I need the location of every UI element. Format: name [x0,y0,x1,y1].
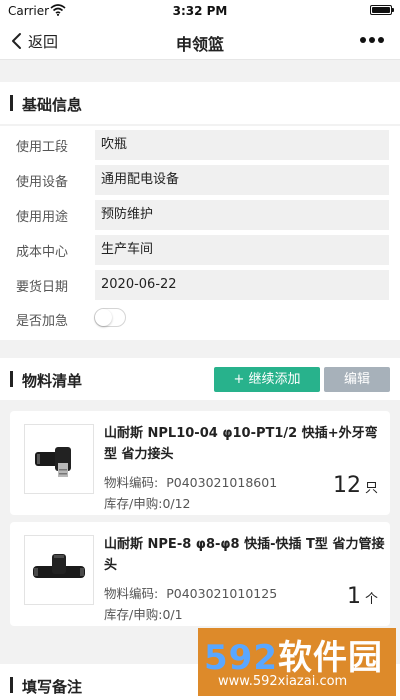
navigation-bar: 返回 申领篮 [0,22,400,60]
product-image [24,535,94,605]
watermark-logo: 592软件园 www.592xiazai.com [198,628,396,696]
code-value: P0403021010125 [166,586,278,601]
basic-info-header: 基础信息 [0,82,400,124]
urgent-toggle[interactable] [94,308,126,327]
field-label: 使用设备 [16,175,69,190]
item-code: 物料编码: P0403021018601 [104,472,277,491]
field-label: 使用工段 [16,140,69,155]
basic-info-title: 基础信息 [22,96,83,114]
form-row-purpose: 使用用途 预防维护 [0,200,400,230]
material-card[interactable]: 山耐斯 NPE-8 φ8-φ8 快插-快插 T型 省力管接头 物料编码: P040… [10,522,390,626]
delivery-date-field[interactable]: 2020-06-22 [95,270,389,300]
quantity-value: 1 [346,584,361,609]
section-accent-bar [10,371,13,387]
item-name: 山耐斯 NPE-8 φ8-φ8 快插-快插 T型 省力管接头 [104,537,385,573]
materials-title: 物料清单 [22,372,83,390]
basic-info-form: 使用工段 吹瓶 使用设备 通用配电设备 使用用途 预防维护 成本中心 生产车间 … [0,126,400,340]
item-quantity: 12 只 [333,473,378,498]
watermark-logo-text: 592软件园 [204,638,383,678]
stock-label: 库存/申购: [104,607,163,622]
quantity-value: 12 [332,473,361,498]
section-field[interactable]: 吹瓶 [95,130,389,160]
item-quantity: 1个 [347,584,378,609]
battery-icon [370,5,394,15]
code-label: 物料编码: [104,586,159,601]
field-label: 成本中心 [16,245,69,260]
item-stock: 库存/申购:0/1 [104,604,183,623]
stock-value: 0/1 [162,607,183,622]
item-name: 山耐斯 NPL10-04 φ10-PT1/2 快插+外牙弯型 省力接头 [104,426,378,462]
material-card[interactable]: 山耐斯 NPL10-04 φ10-PT1/2 快插+外牙弯型 省力接头 物料编码… [10,411,390,515]
elbow-fitting-icon [35,447,71,477]
tee-fitting-icon [33,554,85,578]
clock: 3:32 PM [172,4,228,18]
toggle-knob [95,309,112,326]
field-label: 是否加急 [16,314,69,329]
purpose-field[interactable]: 预防维护 [95,200,389,230]
status-bar: Carrier 3:32 PM [0,0,400,22]
form-row-cost-center: 成本中心 生产车间 [0,235,400,265]
remarks-title: 填写备注 [22,678,83,696]
continue-add-button[interactable]: + 继续添加 [214,367,320,392]
form-row-urgent: 是否加急 [0,304,400,334]
product-image [24,424,94,494]
section-accent-bar [10,95,13,111]
quantity-unit: 个 [364,592,378,607]
item-code: 物料编码: P0403021010125 [104,583,277,602]
code-value: P0403021018601 [166,475,278,490]
page-title: 申领篮 [175,35,224,54]
watermark-url: www.592xiazai.com [218,674,348,689]
code-label: 物料编码: [104,475,159,490]
field-label: 要货日期 [16,280,69,295]
cost-center-field[interactable]: 生产车间 [95,235,389,265]
form-row-equipment: 使用设备 通用配电设备 [0,165,400,195]
edit-button[interactable]: 编辑 [324,367,390,392]
equipment-field[interactable]: 通用配电设备 [95,165,389,195]
item-stock: 库存/申购:0/12 [104,493,191,512]
more-options-icon[interactable] [360,33,388,47]
stock-label: 库存/申购: [104,496,163,511]
form-row-delivery-date: 要货日期 2020-06-22 [0,270,400,300]
field-label: 使用用途 [16,210,69,225]
section-accent-bar [10,677,13,693]
form-row-section: 使用工段 吹瓶 [0,130,400,160]
stock-value: 0/12 [162,496,191,511]
materials-header: 物料清单 + 继续添加 编辑 [0,358,400,400]
quantity-unit: 只 [364,481,378,496]
